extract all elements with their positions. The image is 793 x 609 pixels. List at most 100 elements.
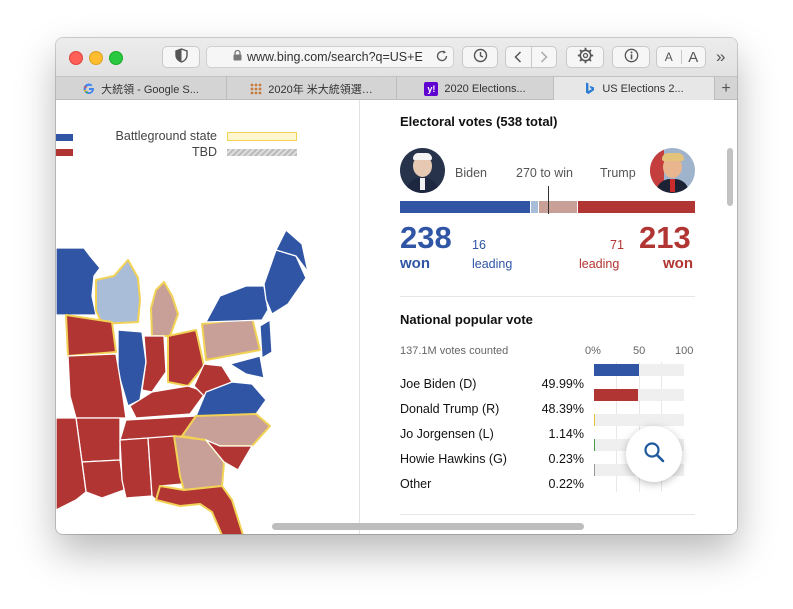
us-map	[56, 229, 309, 534]
privacy-shield-button[interactable]	[162, 46, 200, 68]
state-michigan	[150, 281, 179, 337]
state-florida	[155, 485, 244, 534]
rep-won-label: won	[663, 255, 693, 272]
election-map-panel: Battleground state TBD	[56, 100, 360, 534]
axis-tick-0: 0%	[585, 345, 601, 357]
info-icon	[624, 48, 639, 66]
maximize-window-button[interactable]	[109, 51, 123, 65]
candidate-pct-other: 0.22%	[548, 477, 584, 491]
chevron-right-icon[interactable]	[532, 47, 557, 67]
grid-icon	[250, 83, 262, 95]
tab-label: 2020年 米大統領選…	[268, 83, 373, 96]
section-divider-bottom	[400, 514, 695, 515]
state-iowa	[65, 314, 117, 357]
axis-tick-50: 50	[633, 345, 646, 357]
horizontal-scrollbar[interactable]	[272, 523, 584, 530]
minimize-window-button[interactable]	[89, 51, 103, 65]
candidate-name-jorgensen: Jo Jorgensen (L)	[400, 427, 494, 441]
candidate-pct-trump: 48.39%	[541, 402, 584, 416]
close-window-button[interactable]	[69, 51, 83, 65]
reload-icon[interactable]	[435, 49, 449, 66]
google-icon	[83, 83, 95, 95]
electoral-bar-rep-won	[578, 201, 695, 213]
visual-search-button[interactable]	[626, 426, 682, 482]
dem-leading-label: leading	[472, 257, 513, 271]
popular-vote-track	[594, 414, 684, 426]
back-forward-group	[505, 46, 557, 68]
candidate-pct-jorgensen: 1.14%	[548, 427, 584, 441]
popular-vote-bar	[594, 389, 638, 401]
state-louisiana	[81, 459, 125, 499]
dem-won-count: 238	[400, 220, 452, 255]
page-info-button[interactable]	[612, 46, 650, 68]
popular-vote-bar	[594, 414, 596, 426]
electoral-votes-title: Electoral votes (538 total)	[400, 114, 558, 129]
browser-toolbar: www.bing.com/search?q=US+E A A »	[56, 38, 737, 76]
electoral-bar-dem-won	[400, 201, 530, 213]
state-arkansas	[75, 417, 121, 463]
page-content: Battleground state TBD Electoral votes (…	[56, 100, 737, 534]
rep-leading-count: 71	[610, 238, 624, 252]
threshold-marker	[548, 186, 549, 214]
popular-vote-bar	[594, 364, 639, 376]
address-bar[interactable]: www.bing.com/search?q=US+E	[206, 46, 454, 68]
rep-leading-label: leading	[579, 257, 620, 271]
state-new-jersey	[259, 319, 273, 359]
candidate-name-biden: Joe Biden (D)	[400, 377, 477, 391]
tab-label: 2020 Elections...	[444, 82, 526, 95]
dem-won-label: won	[400, 255, 430, 272]
candidate-pct-biden: 49.99%	[541, 377, 584, 391]
state-maryland	[229, 355, 265, 379]
gear-icon	[577, 47, 594, 67]
bing-icon	[584, 82, 596, 95]
dem-leading-count: 16	[472, 238, 486, 252]
chevron-left-icon[interactable]	[506, 47, 532, 67]
state-mississippi	[119, 437, 153, 499]
candidate-name-other: Other	[400, 477, 432, 491]
threshold-label: 270 to win	[516, 166, 573, 180]
section-divider	[400, 296, 695, 297]
tab-yahoo[interactable]: y! 2020 Elections...	[397, 77, 554, 100]
new-tab-button[interactable]: +	[715, 77, 737, 100]
tab-label: 大統領 - Google S...	[101, 83, 199, 96]
biden-name: Biden	[455, 166, 487, 180]
decrease-text-size-button[interactable]: A	[657, 50, 682, 64]
state-indiana	[141, 335, 167, 393]
candidate-pct-hawkins: 0.23%	[548, 452, 584, 466]
state-new-york	[205, 285, 269, 323]
vertical-scrollbar[interactable]	[727, 148, 733, 206]
state-wisconsin	[95, 259, 141, 325]
history-button[interactable]	[462, 46, 498, 68]
electoral-bar-dem-leading	[530, 201, 539, 213]
candidate-name-hawkins: Howie Hawkins (G)	[400, 452, 507, 466]
candidate-name-trump: Donald Trump (R)	[400, 402, 500, 416]
browser-window: www.bing.com/search?q=US+E A A » 大統領 - G…	[56, 38, 737, 534]
tab-label: US Elections 2...	[602, 82, 684, 95]
axis-tick-100: 100	[675, 345, 694, 357]
url-text: www.bing.com/search?q=US+E	[247, 50, 423, 64]
tab-bing[interactable]: US Elections 2...	[554, 77, 715, 100]
state-pennsylvania	[201, 317, 261, 361]
clock-icon	[473, 48, 488, 66]
yahoo-icon: y!	[424, 81, 439, 96]
lock-icon	[233, 49, 242, 64]
state-minnesota	[56, 247, 101, 316]
more-toolbar-items-button[interactable]: »	[716, 47, 725, 67]
trump-avatar	[650, 148, 695, 193]
biden-avatar	[400, 148, 445, 193]
results-panel: Electoral votes (538 total) Biden 270 to…	[360, 100, 737, 534]
tab-google[interactable]: 大統領 - Google S...	[56, 77, 227, 100]
text-size-group: A A	[656, 46, 706, 68]
trump-name: Trump	[600, 166, 636, 180]
rep-won-count: 213	[639, 220, 691, 255]
shield-icon	[174, 48, 188, 66]
electoral-bar-rep-leading	[539, 201, 578, 213]
state-missouri	[67, 353, 127, 419]
settings-button[interactable]	[566, 46, 604, 68]
increase-text-size-button[interactable]: A	[682, 49, 706, 66]
search-icon	[643, 441, 665, 468]
votes-counted: 137.1M votes counted	[400, 345, 509, 357]
tab-bar: 大統領 - Google S... 2020年 米大統領選… y! 2020 E…	[56, 76, 737, 100]
tab-election-jp[interactable]: 2020年 米大統領選…	[227, 77, 397, 100]
popular-vote-title: National popular vote	[400, 312, 533, 327]
